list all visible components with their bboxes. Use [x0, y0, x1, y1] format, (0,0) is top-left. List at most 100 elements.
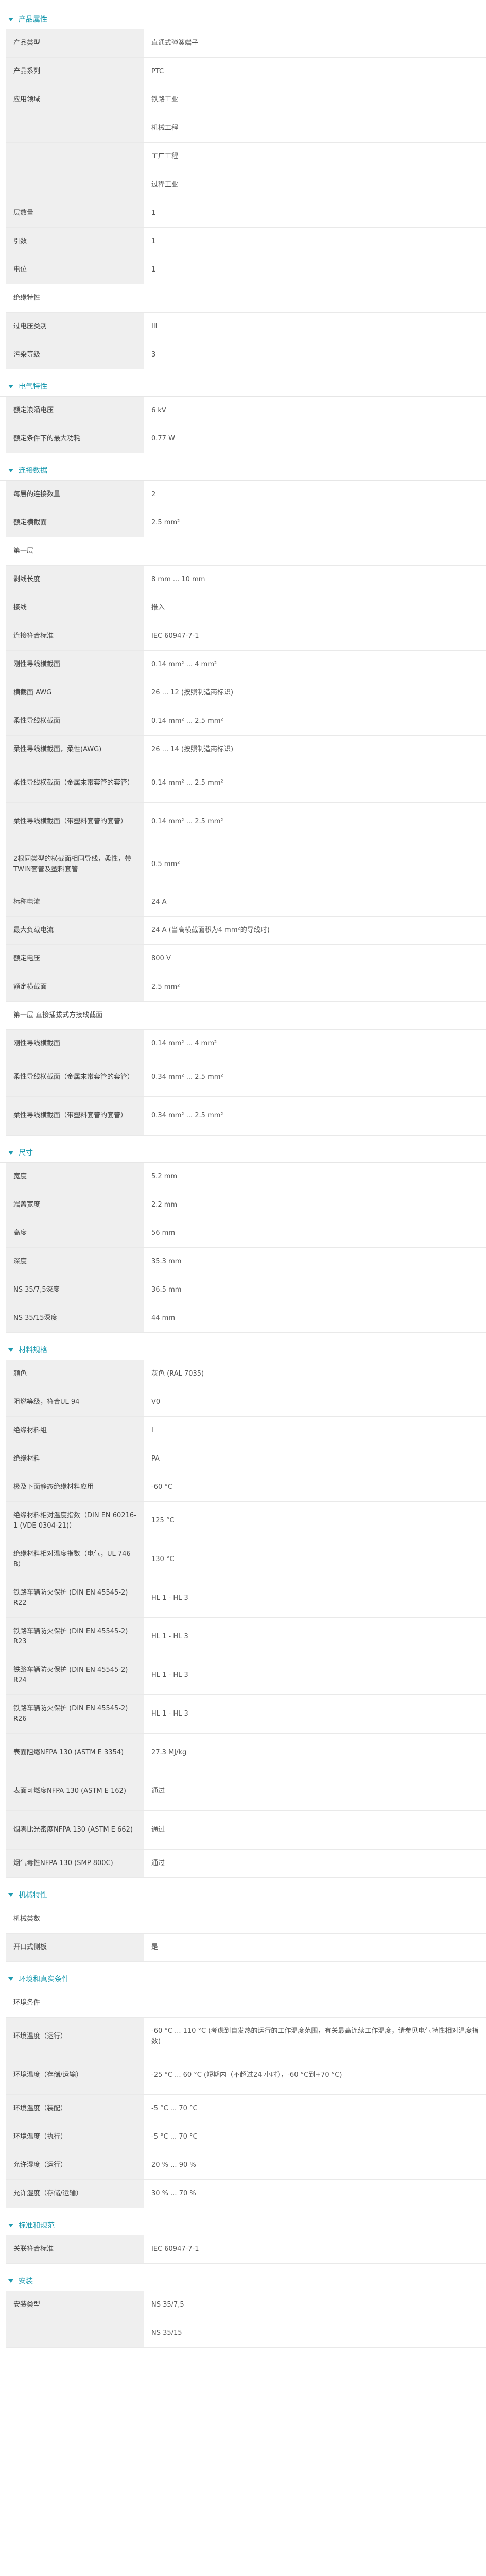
spec-value: HL 1 - HL 3 [144, 1617, 486, 1656]
spec-value: -5 °C ... 70 °C [144, 2123, 486, 2151]
spec-row: 产品系列 PTC [6, 57, 486, 86]
spec-value: 2.5 mm² [144, 973, 486, 1002]
subgroup-row: 第一层 [6, 537, 486, 566]
spec-value: IEC 60947-7-1 [144, 622, 486, 651]
section-title[interactable]: 连接数据 [0, 461, 486, 481]
spec-row: 允许湿度（存储/运输） 30 % ... 70 % [6, 2179, 486, 2208]
spec-value: 过程工业 [144, 171, 486, 199]
spec-label: 柔性导线横截面 [6, 707, 144, 736]
chevron-down-icon [8, 384, 13, 388]
spec-value [144, 1905, 486, 1934]
section-title[interactable]: 产品属性 [0, 9, 486, 29]
spec-label: 第一层 [6, 537, 144, 566]
spec-value: 56 mm [144, 1219, 486, 1248]
spec-label: 铁路车辆防火保护 (DIN EN 45545-2) R24 [6, 1656, 144, 1695]
spec-label [6, 171, 144, 199]
spec-row: 允许湿度（运行） 20 % ... 90 % [6, 2151, 486, 2180]
spec-value: 6 kV [144, 397, 486, 425]
spec-value: 0.77 W [144, 425, 486, 453]
spec-value: I [144, 1416, 486, 1445]
spec-row: 额定条件下的最大功耗 0.77 W [6, 425, 486, 453]
spec-value: -5 °C ... 70 °C [144, 2094, 486, 2123]
chevron-down-icon [8, 1348, 13, 1352]
subgroup-row: 环境条件 [6, 1989, 486, 2018]
section-title[interactable]: 电气特性 [0, 377, 486, 397]
spec-row: 极及下面静态绝缘材料应用 -60 °C [6, 1473, 486, 1502]
spec-label: 柔性导线横截面（带塑料套管的套管） [6, 1096, 144, 1136]
spec-label: 环境温度（执行） [6, 2123, 144, 2151]
spec-value: HL 1 - HL 3 [144, 1579, 486, 1618]
spec-row: 过程工业 [6, 171, 486, 199]
spec-value: 8 mm ... 10 mm [144, 565, 486, 594]
spec-row: 阻燃等级，符合UL 94 V0 [6, 1388, 486, 1417]
spec-label: 每层的连接数量 [6, 481, 144, 509]
spec-row: 柔性导线横截面（金属末带套管的套管） 0.34 mm² ... 2.5 mm² [6, 1058, 486, 1097]
spec-value: -60 °C [144, 1473, 486, 1502]
spec-label: 开口式侧板 [6, 1933, 144, 1962]
spec-value: -25 °C ... 60 °C (短期内（不超过24 小时），-60 °C到+… [144, 2056, 486, 2095]
spec-row: 过电压类别 III [6, 312, 486, 341]
spec-value [144, 284, 486, 313]
spec-table: 每层的连接数量 2 额定横截面 2.5 mm² 第一层 剥线长度 8 mm ... 10 m… [6, 481, 486, 1136]
spec-row: 柔性导线横截面（带塑料套管的套管） 0.34 mm² ... 2.5 mm² [6, 1096, 486, 1136]
spec-label: 安装类型 [6, 2291, 144, 2319]
spec-value: IEC 60947-7-1 [144, 2235, 486, 2264]
spec-row: 安装类型 NS 35/7,5 [6, 2291, 486, 2319]
spec-row: 绝缘材料相对温度指数（DIN EN 60216-1 (VDE 0304-21)）… [6, 1501, 486, 1540]
section-title-text: 连接数据 [19, 467, 47, 475]
spec-label: NS 35/15深度 [6, 1304, 144, 1333]
spec-row: 环境温度（存储/运输） -25 °C ... 60 °C (短期内（不超过24 小… [6, 2056, 486, 2095]
section-title-text: 产品属性 [19, 15, 47, 24]
spec-value: 通过 [144, 1849, 486, 1878]
spec-value: 35.3 mm [144, 1247, 486, 1276]
spec-label: 引数 [6, 227, 144, 256]
spec-label: 横截面 AWG [6, 679, 144, 707]
spec-table: 宽度 5.2 mm 端盖宽度 2.2 mm 高度 56 mm 深度 35.3 mm NS 35/… [6, 1163, 486, 1333]
section-title[interactable]: 机械特性 [0, 1885, 486, 1905]
spec-label: 绝缘材料 [6, 1445, 144, 1473]
section-title[interactable]: 尺寸 [0, 1143, 486, 1163]
spec-label: 烟气毒性NFPA 130 (SMP 800C) [6, 1849, 144, 1878]
spec-row: 刚性导线横截面 0.14 mm² ... 4 mm² [6, 1029, 486, 1058]
spec-label: 柔性导线横截面（金属末带套管的套管） [6, 1058, 144, 1097]
section-title[interactable]: 环境和真实条件 [0, 1969, 486, 1989]
spec-label: 环境温度（装配） [6, 2094, 144, 2123]
spec-value: 0.14 mm² ... 4 mm² [144, 650, 486, 679]
spec-value [144, 1001, 486, 1030]
chevron-down-icon [8, 1150, 13, 1155]
spec-row: 铁路车辆防火保护 (DIN EN 45545-2) R24 HL 1 - HL 3 [6, 1656, 486, 1695]
spec-row: 额定横截面 2.5 mm² [6, 509, 486, 537]
spec-row: 最大负载电流 24 A (当高横截面积为4 mm²的导线时) [6, 916, 486, 945]
spec-value: 2 [144, 481, 486, 509]
spec-table: 关联符合标准 IEC 60947-7-1 [6, 2235, 486, 2264]
subgroup-row: 绝缘特性 [6, 284, 486, 313]
spec-label: 允许湿度（运行） [6, 2151, 144, 2180]
spec-label: 接线 [6, 594, 144, 622]
section-title-text: 尺寸 [19, 1149, 33, 1157]
spec-row: 宽度 5.2 mm [6, 1163, 486, 1191]
spec-row: 铁路车辆防火保护 (DIN EN 45545-2) R26 HL 1 - HL 3 [6, 1694, 486, 1734]
spec-label: 环境温度（存储/运输） [6, 2056, 144, 2095]
spec-label: 额定电压 [6, 944, 144, 973]
spec-value: 0.5 mm² [144, 841, 486, 888]
section-title-text: 电气特性 [19, 383, 47, 391]
spec-row: 关联符合标准 IEC 60947-7-1 [6, 2235, 486, 2264]
spec-label: 表面可燃度NFPA 130 (ASTM E 162) [6, 1772, 144, 1811]
spec-value: 灰色 (RAL 7035) [144, 1360, 486, 1388]
section-title[interactable]: 标准和规范 [0, 2215, 486, 2235]
section-title[interactable]: 材料规格 [0, 1340, 486, 1360]
section-title[interactable]: 安装 [0, 2271, 486, 2291]
section-title-text: 安装 [19, 2277, 33, 2285]
spec-row: 柔性导线横截面 0.14 mm² ... 2.5 mm² [6, 707, 486, 736]
spec-value: 通过 [144, 1772, 486, 1811]
spec-row: 绝缘材料 PA [6, 1445, 486, 1473]
spec-value: 27.3 MJ/kg [144, 1733, 486, 1772]
spec-label: 连接符合标准 [6, 622, 144, 651]
spec-label: 刚性导线横截面 [6, 1029, 144, 1058]
chevron-down-icon [8, 17, 13, 21]
spec-row: 接线 推入 [6, 594, 486, 622]
chevron-down-icon [8, 2223, 13, 2227]
spec-label [6, 2319, 144, 2348]
spec-value: NS 35/15 [144, 2319, 486, 2348]
spec-value: 直通式弹簧端子 [144, 29, 486, 58]
